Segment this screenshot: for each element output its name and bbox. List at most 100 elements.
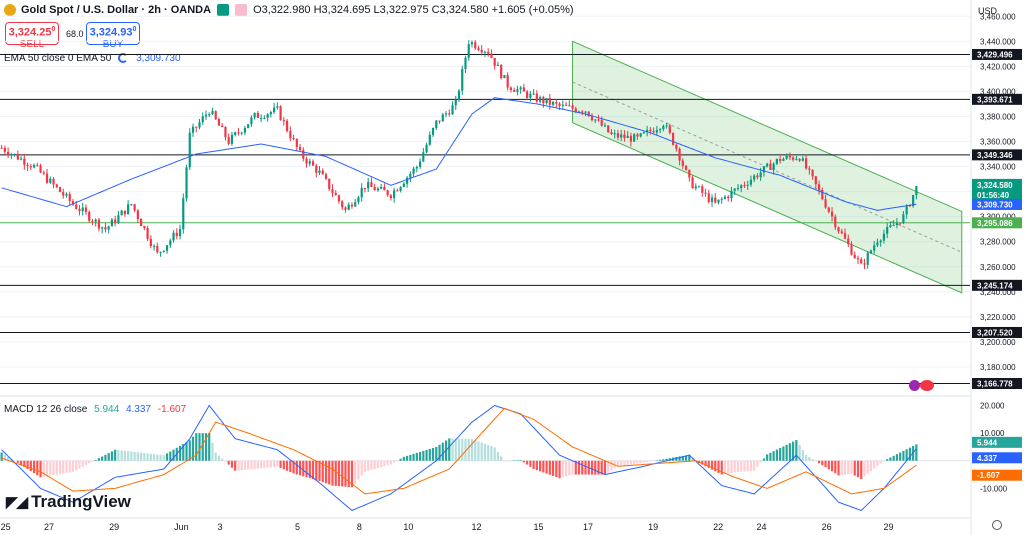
candle-body [415, 166, 418, 169]
candle-body [389, 195, 392, 198]
macd-histogram-bar [626, 460, 629, 465]
candle-body [425, 144, 428, 153]
candle-body [759, 172, 762, 178]
flash-icon[interactable] [909, 380, 920, 391]
candle-body [558, 103, 561, 106]
macd-histogram-bar [127, 451, 130, 461]
candle-body [915, 186, 918, 195]
date-label: Jun [174, 522, 189, 532]
candle-body [230, 134, 234, 144]
candle-body [0, 147, 3, 149]
candle-body [240, 132, 243, 134]
candle-body [441, 114, 444, 122]
candle-body [165, 245, 169, 251]
candle-body [68, 193, 71, 202]
candle-body [675, 144, 678, 149]
macd-histogram-bar [71, 460, 75, 472]
macd-histogram-bar [273, 460, 276, 468]
macd-histogram-bar [882, 460, 886, 462]
macd-histogram-bar [224, 460, 227, 462]
candle-body [136, 210, 139, 220]
macd-histogram-bar [568, 460, 571, 476]
candle-body [178, 229, 182, 237]
candle-body [571, 105, 574, 109]
macd-histogram-bar [393, 460, 396, 463]
macd-histogram-bar [811, 459, 814, 461]
candle-body [869, 250, 873, 253]
candle-body [405, 177, 409, 184]
candle-body [584, 111, 587, 113]
candle-body [487, 51, 490, 54]
candle-body [149, 238, 152, 247]
macd-histogram-bar [873, 460, 876, 469]
candle-body [545, 98, 548, 104]
macd-hist-tag: 5.944 [977, 438, 998, 447]
candle-body [123, 210, 126, 215]
macd-histogram-bar [889, 457, 892, 461]
macd-legend[interactable]: MACD 12 26 close 5.944 4.337 -1.607 [4, 404, 186, 415]
macd-histogram-bar [753, 460, 756, 471]
date-label: 5 [295, 522, 300, 532]
candle-body [29, 166, 32, 168]
macd-histogram-bar [146, 453, 149, 461]
macd-histogram-bar [159, 454, 162, 461]
candle-body [110, 219, 114, 227]
candle-body [843, 233, 847, 239]
flag-icon[interactable] [920, 380, 934, 391]
macd-histogram-bar [561, 460, 564, 478]
macd-histogram-bar [817, 460, 821, 464]
macd-tick-label: 10.000 [980, 429, 1005, 438]
candle-body [370, 182, 373, 187]
candle-body [256, 112, 259, 118]
candle-body [834, 216, 837, 228]
candle-body [853, 254, 856, 259]
candle-body [88, 211, 91, 221]
macd-histogram-bar [328, 460, 331, 485]
macd-histogram-bar [117, 450, 120, 461]
macd-histogram-bar [36, 460, 39, 476]
macd-histogram-bar [551, 460, 555, 476]
macd-histogram-bar [110, 451, 114, 461]
macd-histogram-bar [649, 460, 652, 462]
macd-signal-value: -1.607 [157, 404, 187, 415]
candle-body [659, 129, 662, 131]
candle-body [613, 133, 616, 135]
candle-body [535, 93, 538, 102]
macd-histogram-bar [344, 460, 347, 487]
candle-body [84, 207, 88, 212]
candle-body [542, 97, 545, 104]
candle-body [821, 190, 824, 200]
macd-histogram-bar [256, 460, 259, 469]
candle-body [393, 190, 396, 198]
macd-histogram-bar [736, 460, 740, 473]
macd-histogram-bar [723, 460, 727, 475]
tradingview-logo[interactable]: ◤◢ TradingView [6, 492, 131, 512]
candle-body [804, 158, 808, 169]
price-chart[interactable]: 3,460.0003,440.0003,420.0003,400.0003,38… [0, 0, 1024, 535]
candle-body [152, 245, 156, 247]
macd-histogram-bar [81, 460, 84, 467]
macd-histogram-bar [908, 447, 911, 461]
macd-histogram-bar [801, 450, 804, 461]
macd-histogram-bar [402, 456, 405, 461]
candle-body [227, 137, 230, 144]
date-label: 24 [757, 522, 767, 532]
candle-body [493, 57, 496, 66]
macd-histogram-bar [65, 460, 68, 473]
macd-histogram-bar [91, 460, 94, 462]
candle-body [733, 188, 736, 191]
macd-histogram-bar [746, 460, 749, 472]
macd-histogram-bar [68, 460, 71, 473]
macd-histogram-bar [29, 460, 32, 472]
candle-body [399, 186, 402, 191]
candle-body [250, 117, 253, 125]
candle-body [127, 204, 130, 215]
price-tick-label: 3,420.000 [980, 62, 1016, 71]
candle-body [396, 190, 399, 192]
candle-body [435, 120, 438, 129]
gear-icon[interactable] [992, 520, 1002, 530]
macd-histogram-bar [435, 446, 438, 461]
candle-body [766, 163, 769, 167]
macd-histogram-bar [571, 460, 574, 475]
macd-histogram-bar [847, 460, 850, 475]
